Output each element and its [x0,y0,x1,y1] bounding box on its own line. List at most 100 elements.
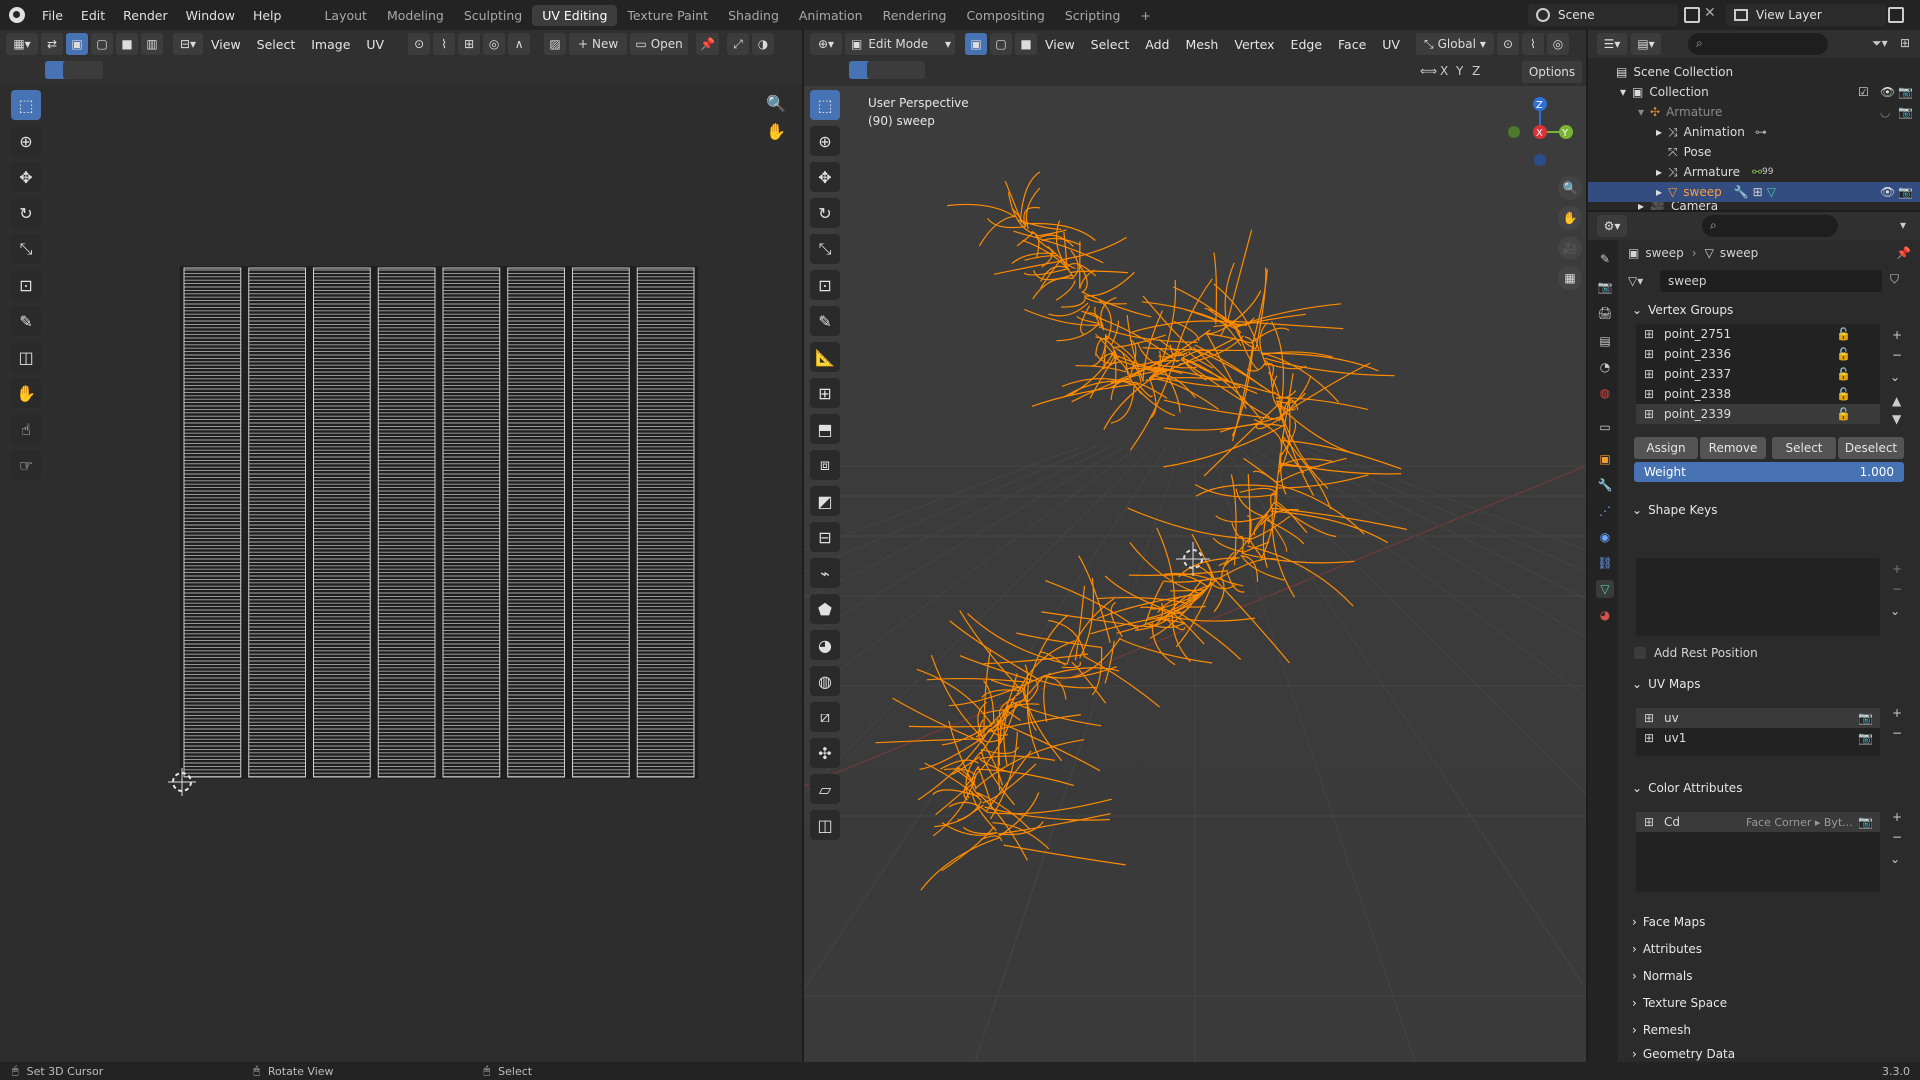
vertex-select-icon[interactable]: ▣ [66,33,88,55]
shape-key-specials-icon[interactable]: ⌄ [1890,604,1900,618]
properties-options-icon[interactable]: ▾ [1900,218,1906,232]
pan-view-icon[interactable]: ✋ [1558,206,1582,230]
menu-edit[interactable]: Edit [72,8,114,23]
geometry-data-panel-header[interactable]: › Geometry Data [1632,1045,1912,1062]
vp-tool-annotate-icon[interactable]: ✎ [810,306,840,336]
scene-tab-icon[interactable]: ◔ [1596,358,1614,376]
island-select-icon[interactable]: ▥ [141,33,163,55]
vp-tool-knife-icon[interactable]: ⌁ [810,558,840,588]
image-browse-icon[interactable]: ▨ [544,33,567,55]
deselect-button[interactable]: Deselect [1838,437,1904,459]
vertex-group-item-active[interactable]: ⊞ point_2339 🔓 [1636,404,1880,424]
vp-tool-inset-icon[interactable]: ⧈ [810,450,840,480]
hidden-eye-icon[interactable]: ◡ [1880,105,1890,119]
material-tab-icon[interactable]: ◕ [1596,606,1614,624]
outliner-row-armature[interactable]: ▾ ✣ Armature ◡ 📷 [1588,102,1920,122]
axis-z-toggle[interactable]: Z [1472,64,1480,78]
collapse-arrow-icon[interactable]: ▸ [1656,185,1662,199]
uv-tool-relax-icon[interactable]: ☝ [11,414,41,444]
remove-uv-map-icon[interactable]: − [1892,726,1902,740]
add-shape-key-icon[interactable]: + [1892,562,1902,576]
outliner-row-scene-collection[interactable]: ▤ Scene Collection [1588,62,1920,82]
uv-map-item[interactable]: ⊞ uv1 📷 [1636,728,1880,748]
physics-tab-icon[interactable]: ◉ [1596,528,1614,546]
viewport-editor-type-icon[interactable]: ⊕▾ [810,33,842,55]
vp-pivot-icon[interactable]: ⊙ [1496,33,1519,55]
mesh-data-tab-icon[interactable]: ▽ [1596,580,1614,598]
new-scene-icon[interactable] [1684,7,1700,23]
menu-window[interactable]: Window [177,8,244,23]
menu-file[interactable]: File [33,8,72,23]
scene-selector[interactable]: Scene [1528,4,1678,26]
outliner-row-pose[interactable]: ⤧ Pose [1588,142,1920,162]
shape-keys-list[interactable] [1636,558,1880,636]
collapse-arrow-icon[interactable]: ▸ [1638,202,1644,210]
vp-menu-uv[interactable]: UV [1374,37,1408,52]
axis-y-toggle[interactable]: Y [1456,64,1463,78]
pin-icon[interactable]: 📌 [1896,246,1911,260]
uv-tool-rip-icon[interactable]: ◫ [11,342,41,372]
tab-uv-editing[interactable]: UV Editing [532,4,618,26]
vp-tool-cursor-icon[interactable]: ⊕ [810,126,840,156]
add-color-attribute-icon[interactable]: + [1892,810,1902,824]
pin-icon[interactable]: 📌 [696,33,720,55]
lock-icon[interactable]: 🔓 [1836,407,1851,421]
vp-tool-bevel-icon[interactable]: ◩ [810,486,840,516]
output-tab-icon[interactable]: 🖨 [1596,304,1614,322]
vp-tool-edge-slide-icon[interactable]: ⧄ [810,702,840,732]
uv-menu-view[interactable]: View [203,37,249,52]
weight-slider[interactable]: Weight 1.000 [1634,462,1904,482]
remove-vertex-group-icon[interactable]: − [1892,348,1902,362]
vp-select-invert-icon[interactable] [903,61,925,79]
falloff-icon[interactable]: ∧ [508,33,531,55]
render-camera-icon[interactable]: 📷 [1858,731,1873,745]
vertex-groups-list[interactable]: ⊞ point_2751 🔓 ⊞ point_2336 🔓 ⊞ point_23… [1636,324,1880,424]
move-down-icon[interactable]: ▼ [1892,412,1901,426]
uv-tool-transform-icon[interactable]: ⊡ [11,270,41,300]
lock-icon[interactable]: 🔓 [1836,347,1851,361]
edge-mode-icon[interactable]: ▢ [990,33,1012,55]
vp-tool-extrude-icon[interactable]: ⬒ [810,414,840,444]
uv-maps-panel-header[interactable]: ⌄ UV Maps [1632,672,1912,696]
options-dropdown[interactable]: Options [1522,61,1582,83]
tab-scripting[interactable]: Scripting [1055,5,1131,26]
color-attributes-list[interactable]: ⊞ Cd Face Corner ▸ Byt... 📷 [1636,812,1880,892]
vp-tool-select-box-icon[interactable]: ⬚ [810,90,840,120]
mode-selector[interactable]: ▣ Edit Mode ▾ [845,33,955,55]
vp-tool-add-cube-icon[interactable]: ⊞ [810,378,840,408]
tab-sculpting[interactable]: Sculpting [454,5,532,26]
vp-tool-transform-icon[interactable]: ⊡ [810,270,840,300]
remove-color-attribute-icon[interactable]: − [1892,830,1902,844]
editor-type-icon[interactable]: ▦▾ [6,33,38,55]
vp-menu-edge[interactable]: Edge [1283,37,1330,52]
visibility-eye-icon[interactable]: 👁 [1880,185,1895,199]
vp-tool-smooth-icon[interactable]: ◍ [810,666,840,696]
remesh-panel-header[interactable]: › Remesh [1632,1018,1912,1042]
vp-tool-rotate-icon[interactable]: ↻ [810,198,840,228]
axis-x-toggle[interactable]: X [1440,64,1448,78]
mesh-name-field[interactable]: sweep [1660,270,1882,292]
menu-help[interactable]: Help [244,8,291,23]
vp-proportional-icon[interactable]: ◎ [1546,33,1569,55]
gizmo-neg-z-icon[interactable] [1534,154,1546,166]
new-collection-icon[interactable]: ⊞ [1900,36,1910,50]
vertex-group-item[interactable]: ⊞ point_2336 🔓 [1636,344,1880,364]
outliner-row-collection[interactable]: ▾ ▣ Collection ☑ 👁 📷 [1588,82,1920,102]
render-camera-icon[interactable]: 📷 [1898,185,1913,199]
tab-animation[interactable]: Animation [789,5,873,26]
attributes-panel-header[interactable]: › Attributes [1632,937,1912,961]
orientation-selector[interactable]: ⤡ Global ▾ [1415,33,1494,55]
properties-editor-type-icon[interactable]: ⚙▾ [1597,215,1627,237]
uv-tool-cursor-icon[interactable]: ⊕ [11,126,41,156]
uv-menu-select[interactable]: Select [249,37,304,52]
shape-keys-panel-header[interactable]: ⌄ Shape Keys [1632,498,1912,522]
display-mode-icon[interactable]: ▤▾ [1631,33,1661,55]
constraints-tab-icon[interactable]: ⛓ [1596,554,1614,572]
open-image-button[interactable]: ▭ Open [630,33,689,55]
remove-shape-key-icon[interactable]: − [1892,582,1902,596]
expand-arrow-icon[interactable]: ▾ [1620,85,1626,99]
render-tab-icon[interactable]: 📷 [1596,278,1614,296]
lock-icon[interactable]: 🔓 [1836,387,1851,401]
uv-tool-pinch-icon[interactable]: ☞ [11,450,41,480]
vp-tool-rip-icon[interactable]: ◫ [810,810,840,840]
